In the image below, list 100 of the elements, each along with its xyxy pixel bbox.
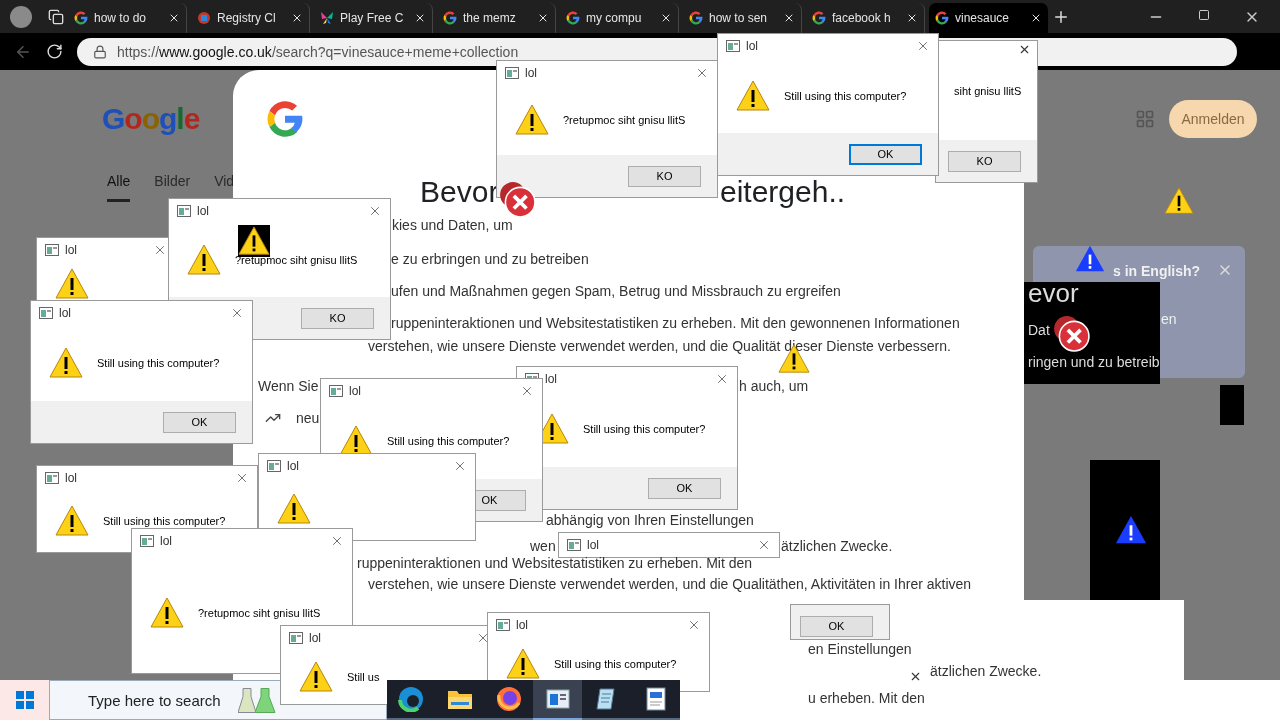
warning-icon: [277, 492, 311, 526]
document-icon: [645, 687, 666, 711]
google-logo-icon: [935, 11, 949, 25]
taskbar-app-button[interactable]: [533, 680, 583, 720]
app-icon: [140, 535, 154, 547]
firefox-icon: [496, 686, 523, 712]
dialog-title: lol: [59, 306, 72, 320]
consent-text: wen: [530, 538, 556, 554]
dialog-title: lol: [65, 243, 78, 257]
consent-text: h auch, um: [739, 378, 809, 394]
dialog-title: lol: [160, 534, 173, 548]
google-logo-icon: [566, 11, 580, 25]
close-icon[interactable]: [414, 12, 426, 24]
google-logo-icon: [812, 11, 826, 25]
refresh-icon[interactable]: [46, 43, 63, 60]
windows-logo-icon: [15, 691, 34, 709]
overlay-text: Dat: [1028, 322, 1050, 338]
page-text: en Einstellungen: [808, 641, 912, 657]
dialog-title: lol: [65, 471, 78, 485]
close-icon[interactable]: [291, 12, 303, 24]
warning-icon: [238, 225, 270, 257]
dialog-button[interactable]: OK: [800, 615, 873, 637]
app-icon: [726, 40, 740, 52]
close-icon[interactable]: [909, 670, 922, 683]
dialog-button[interactable]: KO: [301, 307, 374, 329]
restore-icon[interactable]: [1198, 8, 1210, 21]
dialog-title: lol: [525, 66, 538, 80]
warning-icon: [55, 504, 89, 538]
butterfly-icon: [320, 11, 334, 25]
warning-icon: [515, 103, 549, 137]
google-logo: Google: [102, 102, 200, 136]
warning-icon: [299, 660, 333, 694]
close-icon[interactable]: [1018, 43, 1031, 56]
dialog-title: lol: [287, 459, 300, 473]
consent-heading: Bevor: [420, 175, 499, 209]
warning-icon: [55, 267, 89, 301]
start-button[interactable]: [0, 680, 49, 720]
folder-icon: [447, 688, 474, 710]
page-text: u erheben. Mit den: [808, 690, 925, 706]
dialog-title: lol: [516, 618, 529, 632]
dialog-button[interactable]: KO: [948, 150, 1021, 172]
warning-icon: [506, 647, 540, 681]
app-icon: [39, 307, 53, 319]
warning-icon: [736, 78, 770, 113]
close-icon[interactable]: [906, 12, 918, 24]
error-icon: [1052, 314, 1090, 352]
dialog-message: ?retupmoc siht gnisu llitS: [235, 254, 358, 266]
dialog-button[interactable]: OK: [163, 411, 236, 433]
google-logo-icon: [74, 11, 88, 25]
google-logo-icon: [266, 100, 304, 138]
app-icon: [496, 619, 510, 631]
close-icon[interactable]: [783, 12, 795, 24]
search-tab[interactable]: Alle: [107, 173, 131, 202]
notepad-icon: [595, 687, 618, 711]
page-text: verstehen, wie unsere Dienste verwendet werden, und die Qualitäthen, Aktivitäten in Ihrer aktiven: [368, 576, 972, 592]
consent-text: Wenn Sie: [258, 378, 319, 394]
warning-icon: [187, 243, 221, 277]
dialog-title: lol: [746, 39, 759, 53]
browser-tab[interactable]: vinesauce: [929, 3, 1048, 33]
dialog-message: Still us: [347, 671, 380, 683]
warning-icon: [150, 596, 184, 630]
sign-in-button[interactable]: Anmelden: [1169, 100, 1257, 138]
dialog-title: lol: [197, 204, 210, 218]
close-icon[interactable]: [1030, 12, 1042, 24]
dialog-title: lol: [545, 372, 558, 386]
google-logo-icon: [689, 11, 703, 25]
dialog-message: Still using this computer?: [583, 423, 706, 435]
close-icon[interactable]: [537, 12, 549, 24]
card-text: s in English?: [1113, 263, 1201, 279]
consent-text: abhängig von Ihren Einstellungen: [546, 512, 754, 528]
consent-heading: eitergeh..: [720, 175, 846, 209]
page-text: ruppeninteraktionen und Websitestatistiken zu erheben. Mit den: [357, 555, 753, 571]
lock-icon: [93, 44, 107, 59]
dialog-message: siht gnisu llitS: [954, 84, 1022, 97]
warning-icon: [49, 346, 83, 380]
warning-icon: [1115, 514, 1147, 546]
app-icon: [289, 632, 303, 644]
dialog-title: lol: [587, 538, 600, 552]
dialog-message: Still using this computer?: [103, 515, 226, 527]
page-text: ätzlichen Zwecke.: [930, 663, 1042, 679]
dialog-message: Still using this computer?: [97, 357, 220, 369]
dialog-button[interactable]: KO: [628, 165, 701, 187]
cube-icon: [197, 11, 211, 25]
consent-text: verstehen, wie unsere Dienste verwendet werden, und die Qualität dieser Dienste verbessern.: [368, 338, 951, 354]
app-icon: [567, 539, 581, 551]
dialog-message: ?retupmoc siht gnisu llitS: [198, 607, 321, 619]
overlay-heading: evor: [1028, 278, 1079, 309]
dialog-button[interactable]: OK: [849, 143, 922, 165]
profile-avatar[interactable]: [10, 5, 32, 28]
close-icon[interactable]: [168, 12, 180, 24]
dialog-button[interactable]: OK: [648, 477, 721, 499]
tab-actions-icon[interactable]: [48, 8, 64, 25]
app-icon: [329, 385, 343, 397]
app-icon: [177, 205, 191, 217]
overlay-text: ringen und zu betreib: [1028, 354, 1160, 370]
app-icon: [267, 460, 281, 472]
flask-icon: [238, 687, 276, 713]
close-icon[interactable]: [660, 12, 672, 24]
warning-icon: [1075, 244, 1105, 274]
warning-icon: [1164, 186, 1194, 216]
